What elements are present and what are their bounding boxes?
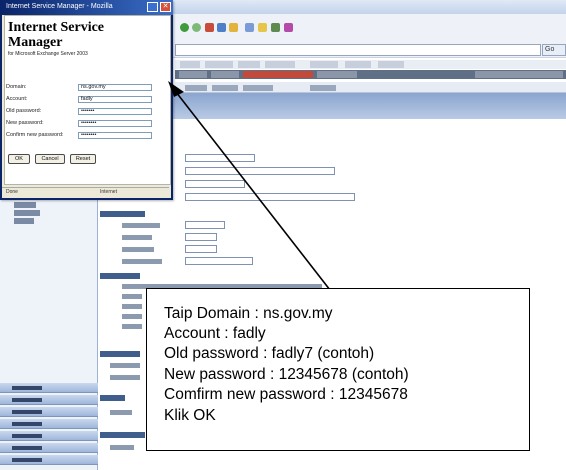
instruction-callout: Taip Domain : ns.gov.my Account : fadly … bbox=[146, 288, 530, 451]
instruction-line-confirm-password: Comfirm new password : 12345678 bbox=[164, 386, 408, 403]
arrow-line bbox=[175, 91, 331, 291]
instruction-line-account: Account : fadly bbox=[164, 325, 266, 342]
instruction-line-click-ok: Klik OK bbox=[164, 407, 216, 424]
instruction-line-domain: Taip Domain : ns.gov.my bbox=[164, 305, 333, 322]
instruction-line-old-password: Old password : fadly7 (contoh) bbox=[164, 345, 375, 362]
screenshot-scene: Go Internet Service Manager - Mozilla ✕ … bbox=[0, 0, 566, 470]
instruction-line-new-password: New password : 12345678 (contoh) bbox=[164, 366, 409, 383]
arrow-head bbox=[168, 81, 184, 97]
